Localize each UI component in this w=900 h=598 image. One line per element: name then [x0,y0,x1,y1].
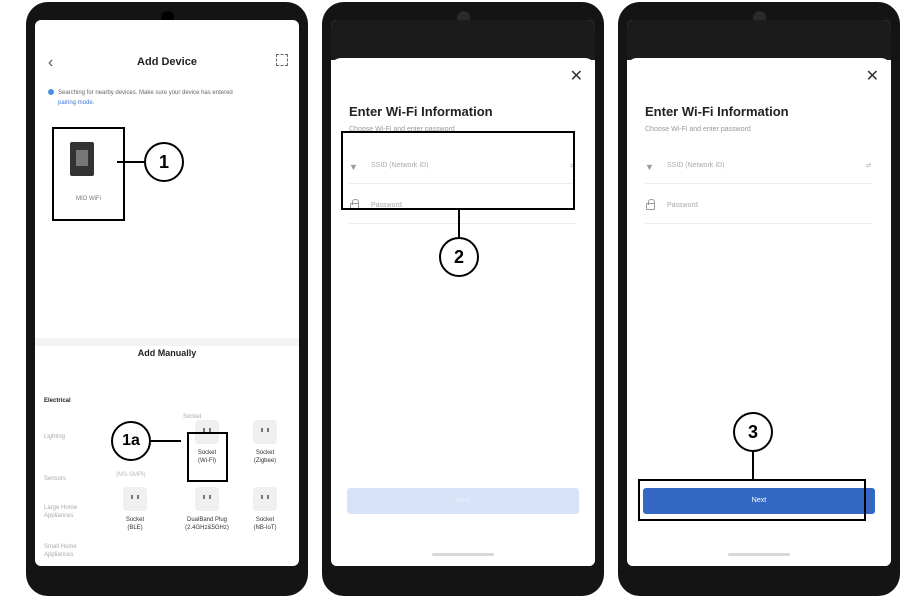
section-divider [35,338,299,346]
close-icon[interactable]: ✕ [866,66,879,86]
category-small-home-appliances[interactable]: Small Home Appliances [44,543,92,559]
socket-icon [123,487,147,511]
tile-label: Socket (BLE) [125,517,145,531]
password-field[interactable]: Password [645,190,871,224]
category-electrical[interactable]: Electrical [44,397,92,405]
socket-icon [195,487,219,511]
home-indicator [728,553,790,556]
info-icon [48,89,54,96]
page-title: Add Device [137,56,197,68]
add-manually-heading: Add Manually [137,348,197,358]
switch-network-icon[interactable]: ⇄ [866,162,871,169]
highlight-next-button [638,479,866,521]
phone-wifi-empty: ✕ Enter Wi-Fi Information Choose Wi-Fi a… [322,2,604,596]
close-icon[interactable]: ✕ [570,66,583,86]
dimmed-background [627,20,891,60]
notice-text: Searching for nearby devices. Make sure … [58,90,233,96]
tile-socket-zigbee[interactable]: Socket (Zigbee) [230,420,299,465]
phone-add-device: ‹ Add Device Searching for nearby device… [26,2,308,596]
category-sensors[interactable]: Sensors [44,475,92,483]
callout-1: 1 [144,142,184,182]
pairing-mode-link[interactable]: pairing mode. [48,98,287,108]
tile-label: Socket (Zigbee) [253,450,277,464]
device-image [70,142,94,176]
dimmed-background [331,20,595,60]
highlight-socket-wifi [187,432,228,482]
found-device-name: MIO WiFi [76,196,101,202]
lock-icon [646,199,655,210]
add-device-screen: ‹ Add Device Searching for nearby device… [35,20,299,566]
next-button-disabled[interactable]: Next [347,488,579,514]
wifi-screen: ✕ Enter Wi-Fi Information Choose Wi-Fi a… [331,20,595,566]
ssid-placeholder: SSID (Network ID) [667,162,725,169]
tile-socket-ble[interactable]: Socket (BLE) [100,487,170,532]
scan-icon[interactable] [276,54,288,66]
callout-3: 3 [733,412,773,452]
wifi-title: Enter Wi-Fi Information [645,104,789,119]
ghost-label: (MS-SMPI) [116,472,146,478]
tile-label: Socket (NB-IoT) [253,517,277,531]
category-large-home-appliances[interactable]: Large Home Appliances [44,504,92,520]
ssid-field[interactable]: ▼ SSID (Network ID) ⇄ [645,150,871,184]
category-lighting[interactable]: Lighting [44,433,92,441]
socket-icon [253,487,277,511]
callout-1a: 1a [111,421,151,461]
callout-3-line [752,452,754,479]
socket-icon [253,420,277,444]
callout-1-line [117,161,144,163]
wifi-subtitle: Choose Wi-Fi and enter password [645,126,751,133]
callout-1a-line [151,440,181,442]
tile-socket-nbiot[interactable]: Socket (NB-IoT) [230,487,299,532]
search-notice: Searching for nearby devices. Make sure … [48,88,287,108]
callout-2: 2 [439,237,479,277]
callout-2-line [458,210,460,237]
wifi-title: Enter Wi-Fi Information [349,104,493,119]
password-placeholder: Password [667,202,698,209]
found-device-card[interactable]: MIO WiFi [52,127,125,221]
home-indicator [432,553,494,556]
highlight-wifi-fields [341,131,575,210]
wifi-icon: ▼ [645,162,654,172]
